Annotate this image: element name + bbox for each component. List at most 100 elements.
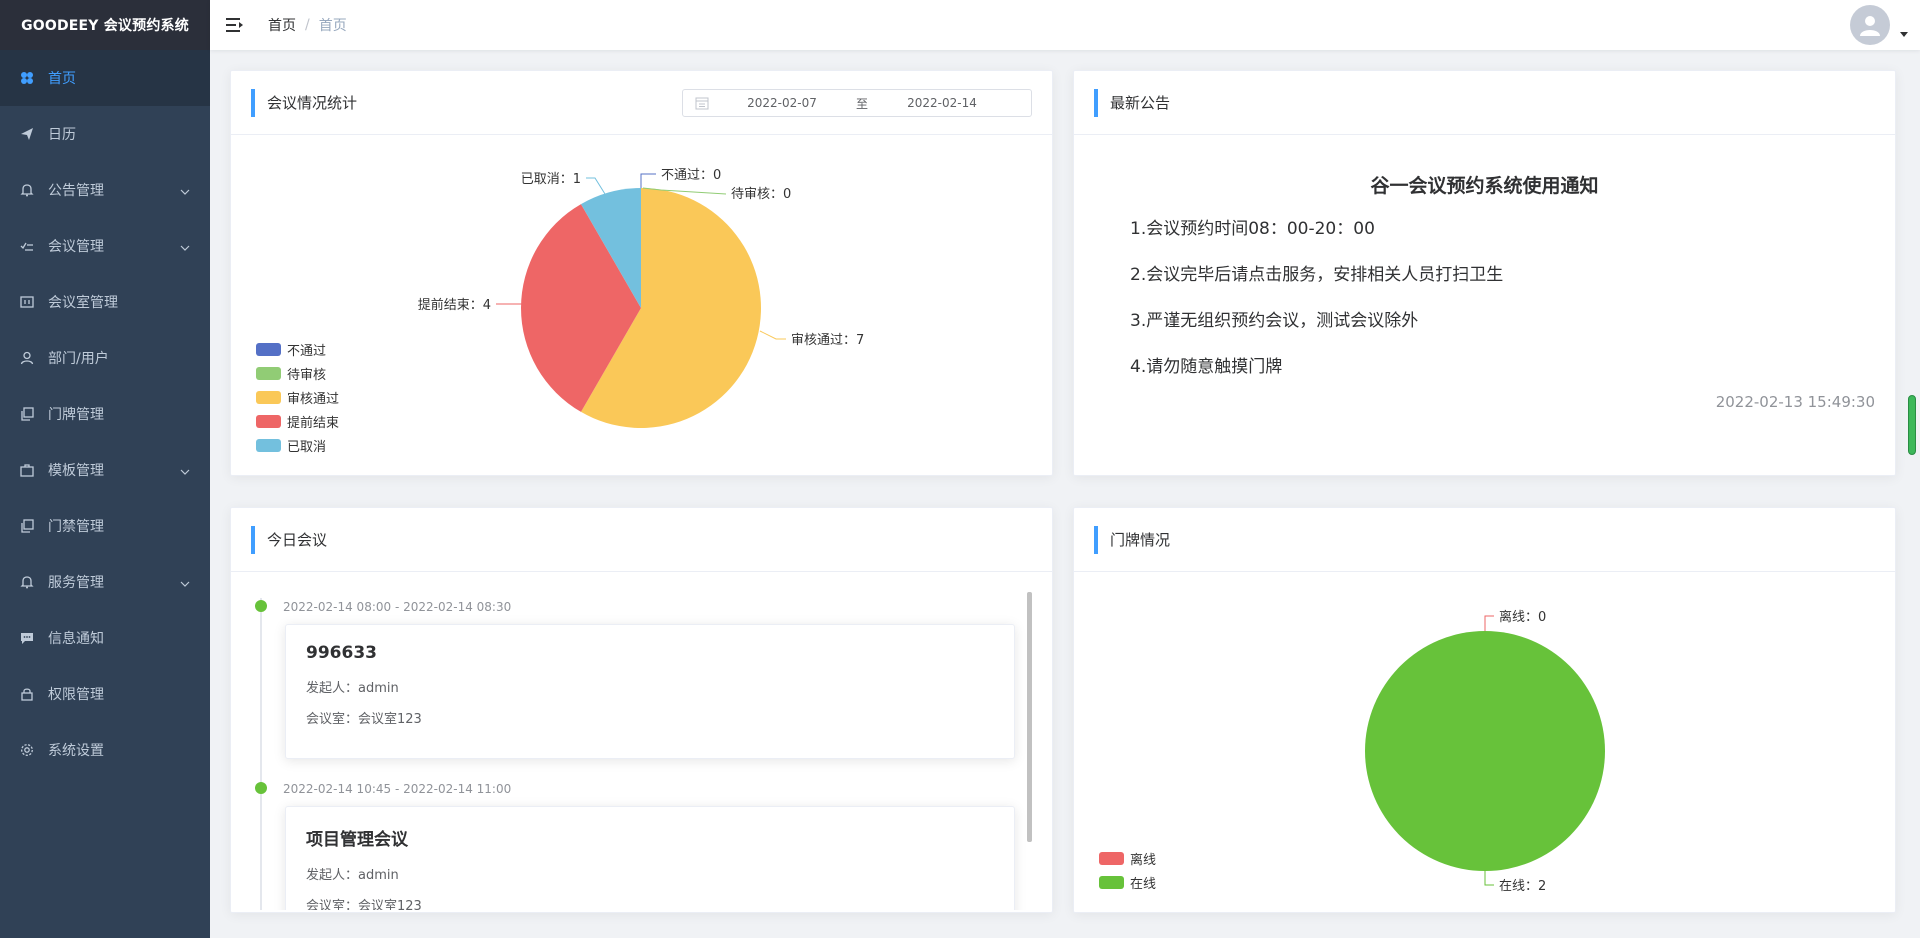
today-meetings-card: 今日会议 2022-02-14 08:00 - 2022-02-14 08:30… [230, 507, 1053, 913]
sidebar-item[interactable]: 部门/用户 [0, 330, 210, 386]
legend-item[interactable]: 在线 [1099, 870, 1156, 894]
meeting-name: 996633 [306, 643, 377, 663]
legend-item[interactable]: 离线 [1099, 846, 1156, 870]
chevron-down-icon [180, 239, 190, 255]
timeline-line [260, 598, 262, 910]
page-scrollbar[interactable] [1908, 395, 1916, 455]
label-leader-line [1484, 871, 1494, 886]
legend-item[interactable]: 待审核 [256, 361, 339, 385]
label-leader-line [759, 330, 786, 340]
sidebar-item[interactable]: 权限管理 [0, 666, 210, 722]
meeting-initiator: 发起人：admin [306, 868, 399, 883]
doorplate-pie-chart: 离线：0 在线：2 [1365, 609, 1605, 894]
notice-card-title: 最新公告 [1094, 88, 1170, 117]
sidebar-item-label: 权限管理 [48, 687, 104, 703]
meeting-timeline[interactable]: 2022-02-14 08:00 - 2022-02-14 08:30 9966… [251, 588, 1041, 910]
sidebar-item[interactable]: 系统设置 [0, 722, 210, 778]
legend-label: 不通过 [287, 343, 327, 359]
user-avatar-icon [1860, 16, 1880, 36]
gear-icon [20, 743, 34, 757]
legend-swatch [1099, 875, 1124, 889]
end-date[interactable]: 2022-02-14 [877, 96, 1007, 110]
legend-item[interactable]: 已取消 [256, 433, 339, 457]
sidebar-item[interactable]: 门牌管理 [0, 386, 210, 442]
legend-swatch [256, 438, 281, 452]
chevron-down-icon [180, 463, 190, 479]
sidebar: GOODEEY 会议预约系统 首页 日历 公告管理 会议管理 会议室管理 部门/用户 门牌管… [0, 0, 210, 938]
meeting-room: 会议室：会议室123 [306, 899, 422, 910]
date-range-picker[interactable]: 2022-02-07 至 2022-02-14 [682, 89, 1032, 117]
pie-label: 已取消：1 [521, 172, 581, 187]
send-icon [20, 127, 34, 141]
label-leader-line [1484, 615, 1494, 631]
meeting-time: 2022-02-14 10:45 - 2022-02-14 11:00 [283, 782, 512, 796]
sidebar-item-label: 信息通知 [48, 631, 104, 647]
copy-icon [20, 407, 34, 421]
sidebar-menu: 首页日历公告管理会议管理会议室管理部门/用户门牌管理模板管理 门禁管理服务管理信息… [0, 50, 210, 778]
stats-card-title: 会议情况统计 [251, 88, 357, 117]
sidebar-item-label: 会议管理 [48, 239, 104, 255]
legend-label: 审核通过 [287, 391, 340, 407]
chevron-down-icon [180, 183, 190, 199]
notice-heading: 谷一会议预约系统使用通知 [1370, 175, 1599, 197]
legend-label: 已取消 [287, 439, 327, 455]
meeting-time: 2022-02-14 08:00 - 2022-02-14 08:30 [283, 600, 512, 614]
pie-label: 提前结束：4 [418, 297, 491, 313]
sidebar-item[interactable]: 首页 [0, 50, 210, 106]
sidebar-item-label: 公告管理 [48, 183, 104, 199]
sidebar-item[interactable]: 门禁管理 [0, 498, 210, 554]
caret-down-icon[interactable] [1900, 32, 1908, 38]
breadcrumb-home[interactable]: 首页 [268, 15, 296, 35]
room-icon [20, 295, 34, 309]
legend-item[interactable]: 不通过 [256, 337, 339, 361]
sidebar-item[interactable]: 服务管理 [0, 554, 210, 610]
sidebar-item-label: 部门/用户 [48, 351, 109, 367]
pie-label: 待审核：0 [731, 187, 791, 202]
notice-line: 3.严谨无组织预约会议，测试会议除外 [1130, 311, 1419, 331]
notice-line: 1.会议预约时间08：00-20：00 [1130, 219, 1375, 239]
user-icon [20, 351, 34, 365]
sidebar-item-label: 服务管理 [48, 575, 104, 591]
breadcrumb: 首页 / 首页 [268, 15, 347, 35]
avatar[interactable] [1850, 5, 1890, 45]
sidebar-item[interactable]: 日历 [0, 106, 210, 162]
date-range-separator: 至 [855, 96, 868, 111]
meeting-name: 项目管理会议 [306, 830, 408, 850]
label-leader-line [640, 173, 656, 188]
sidebar-item[interactable]: 公告管理 [0, 162, 210, 218]
bell-icon [20, 575, 34, 589]
sidebar-item[interactable]: 会议管理 [0, 218, 210, 274]
sidebar-item-label: 门牌管理 [48, 407, 104, 423]
notice-card: 最新公告 谷一会议预约系统使用通知 1.会议预约时间08：00-20：00 2.… [1073, 70, 1896, 476]
message-icon [20, 631, 34, 645]
legend-label: 离线 [1130, 852, 1157, 868]
breadcrumb-separator: / [305, 17, 310, 33]
meeting-room: 会议室：会议室123 [306, 712, 422, 727]
lock-icon [20, 687, 34, 701]
sidebar-item[interactable]: 模板管理 [0, 442, 210, 498]
timeline-scrollbar[interactable] [1027, 592, 1032, 842]
timeline-dot [255, 600, 267, 612]
dashboard-icon [20, 71, 34, 85]
meeting-card[interactable]: 996633 发起人：admin 会议室：会议室123 [285, 624, 1015, 759]
doorplate-card-title: 门牌情况 [1094, 525, 1170, 554]
calendar-icon [695, 97, 709, 110]
check-list-icon [20, 239, 34, 253]
sidebar-item-label: 首页 [48, 71, 76, 87]
meeting-status-pie-chart: 不通过：0 待审核：0 审核通过：7 提前结束：4 已取消：1 [418, 168, 864, 428]
pie-slice[interactable] [1365, 631, 1605, 871]
legend-swatch [256, 342, 281, 356]
sidebar-item[interactable]: 会议室管理 [0, 274, 210, 330]
legend-label: 在线 [1130, 876, 1157, 892]
sidebar-item[interactable]: 信息通知 [0, 610, 210, 666]
sidebar-item-label: 系统设置 [48, 743, 104, 759]
meeting-card[interactable]: 项目管理会议 发起人：admin 会议室：会议室123 [285, 806, 1015, 910]
briefcase-icon [20, 463, 34, 477]
pie-label: 离线：0 [1499, 609, 1546, 625]
legend-item[interactable]: 审核通过 [256, 385, 339, 409]
legend-label: 待审核 [287, 367, 327, 383]
legend-item[interactable]: 提前结束 [256, 409, 339, 433]
hamburger-icon[interactable] [226, 16, 244, 34]
sidebar-item-label: 会议室管理 [48, 295, 118, 311]
start-date[interactable]: 2022-02-07 [717, 96, 847, 110]
